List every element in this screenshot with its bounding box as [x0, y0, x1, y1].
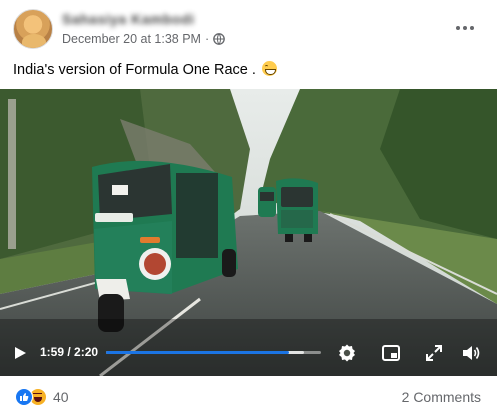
post-caption: India's version of Formula One Race . [13, 62, 256, 78]
video-player[interactable]: 1:59 / 2:20 [0, 89, 497, 376]
grinning-emoji-icon [261, 61, 277, 76]
avatar[interactable] [13, 9, 53, 49]
reaction-count: 40 [53, 389, 69, 405]
video-time: 1:59 / 2:20 [40, 345, 98, 359]
current-time: 1:59 [40, 345, 65, 359]
time-separator: / [64, 345, 75, 359]
picture-in-picture-icon[interactable] [381, 343, 401, 363]
progress-bar[interactable] [106, 351, 321, 354]
play-icon[interactable] [13, 346, 27, 360]
fullscreen-icon[interactable] [424, 343, 444, 363]
more-icon [456, 26, 460, 30]
duration: 2:20 [74, 345, 99, 359]
progress-fill [106, 351, 289, 354]
post-date[interactable]: December 20 at 1:38 PM [62, 32, 201, 46]
meta-separator: · [204, 32, 210, 46]
thumbs-up-icon [20, 393, 29, 401]
video-controls: 1:59 / 2:20 [0, 329, 497, 376]
volume-icon[interactable] [461, 343, 481, 363]
like-icon [15, 388, 33, 406]
globe-icon[interactable] [213, 33, 225, 45]
more-options-button[interactable] [452, 15, 478, 41]
post-text: India's version of Formula One Race . [13, 61, 277, 78]
reactions-summary[interactable]: 40 [15, 388, 69, 406]
comments-link[interactable]: 2 Comments [402, 389, 481, 405]
author-name[interactable]: Sahasiya Kambodi [62, 11, 195, 27]
facebook-post: Sahasiya Kambodi December 20 at 1:38 PM … [0, 0, 497, 415]
post-meta: December 20 at 1:38 PM · [62, 32, 225, 46]
post-footer: 40 2 Comments [0, 382, 497, 415]
post-header: Sahasiya Kambodi December 20 at 1:38 PM … [13, 9, 488, 53]
gear-icon[interactable] [337, 343, 357, 363]
